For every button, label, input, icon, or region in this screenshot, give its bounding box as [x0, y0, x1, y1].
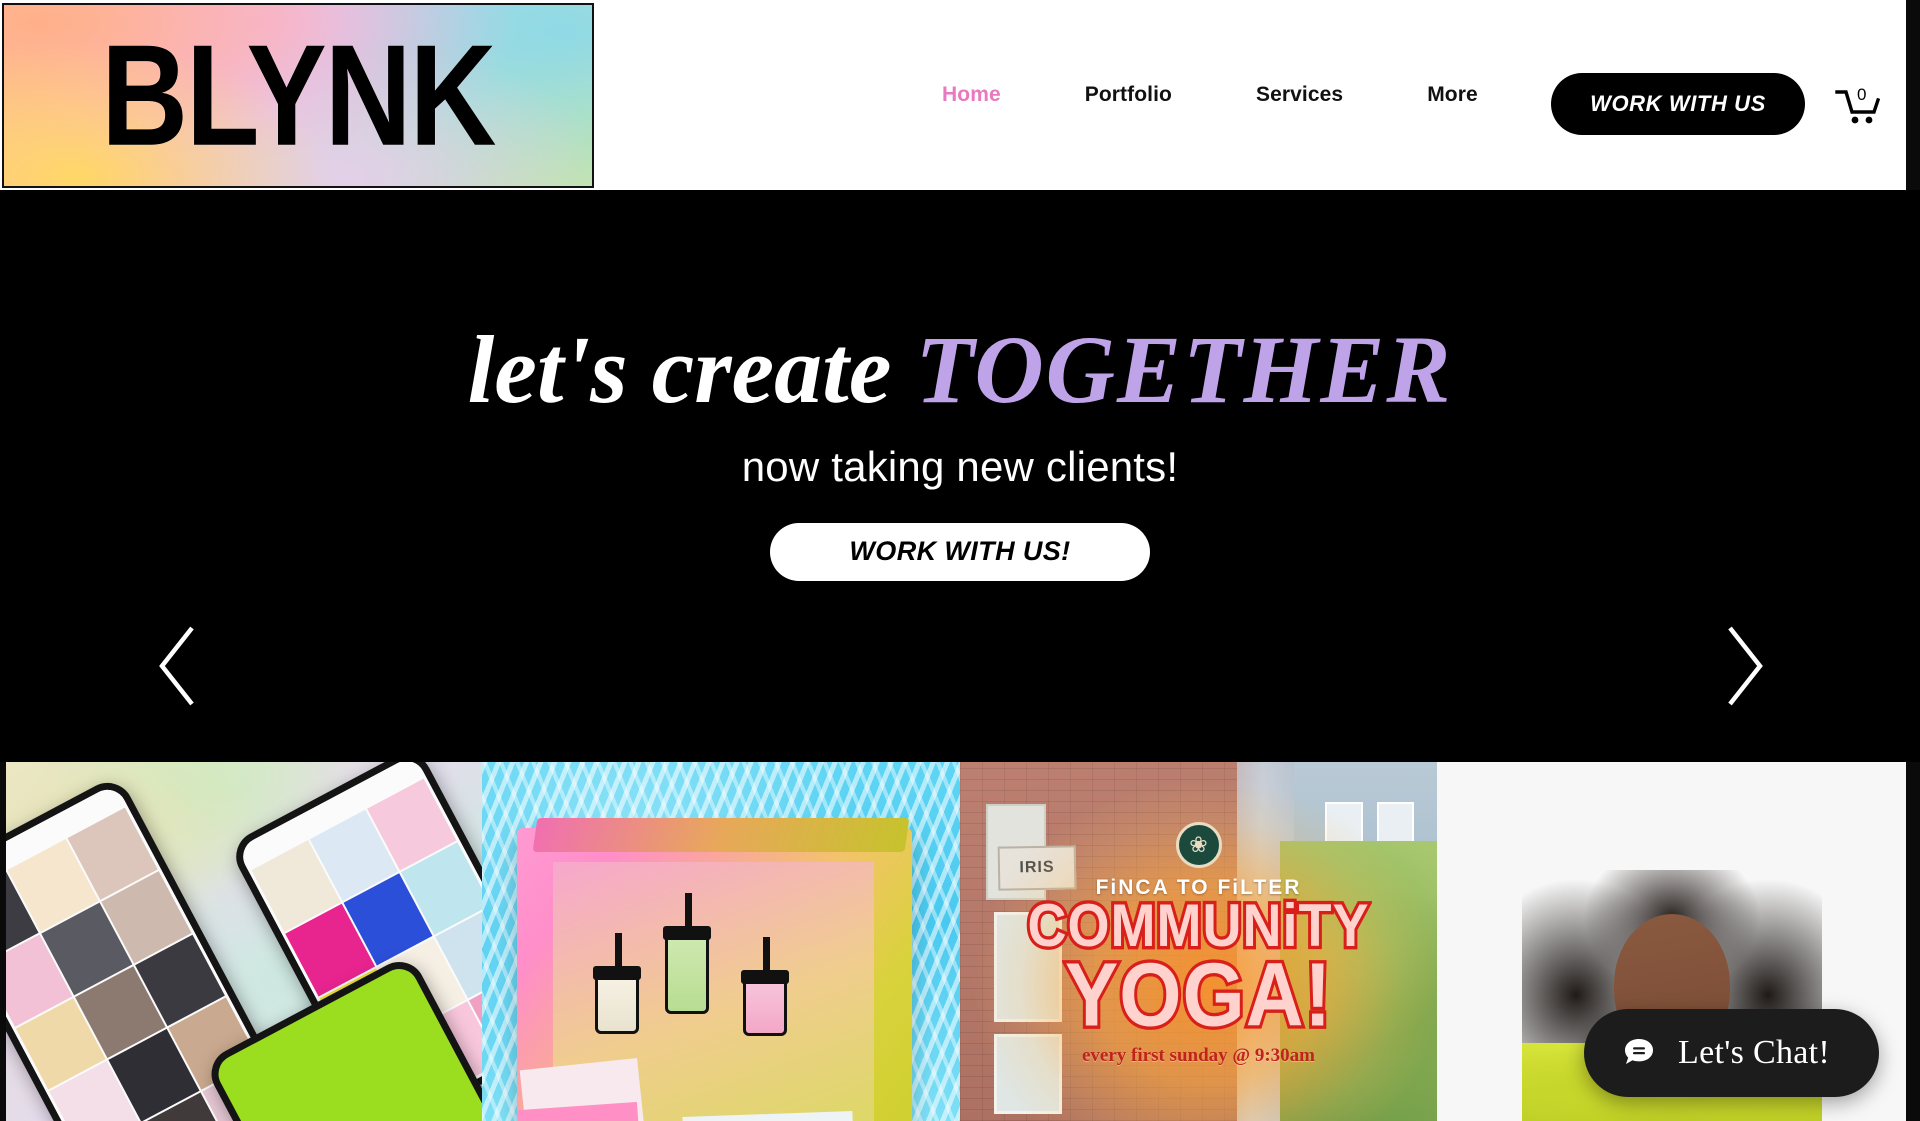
- header-work-with-us-button[interactable]: WORK WITH US: [1551, 73, 1805, 135]
- hero-slider: let's create TOGETHER now taking new cli…: [0, 190, 1920, 762]
- hero-content: let's create TOGETHER now taking new cli…: [0, 190, 1920, 762]
- nav-item-services[interactable]: Services: [1214, 83, 1385, 107]
- box-lid: [532, 818, 910, 852]
- chat-widget-label: Let's Chat!: [1678, 1034, 1831, 1071]
- chevron-left-icon: [159, 626, 194, 706]
- hero-title: let's create TOGETHER: [468, 319, 1453, 421]
- gallery-tile-yoga-poster[interactable]: IRIS ❀ FiNCA TO FiLTER COMMUNiTY YOGA! e…: [960, 762, 1437, 1121]
- cart-button[interactable]: 0: [1832, 82, 1884, 134]
- chat-bubble-icon: [1625, 1039, 1653, 1064]
- gallery-tile-phones[interactable]: Ꝋղ: [0, 762, 482, 1121]
- brand-logo[interactable]: BLYNK: [2, 3, 594, 188]
- chat-widget-button[interactable]: Let's Chat!: [1584, 1009, 1879, 1097]
- lotus-flower-icon: ❀: [1175, 822, 1222, 868]
- brand-logo-text: BLYNK: [101, 14, 496, 177]
- main-navigation: Home Portfolio Services More: [900, 0, 1520, 190]
- website-page: BLYNK Home Portfolio Services More WORK …: [0, 0, 1920, 1121]
- logo-squiggle: Ꝋղ: [301, 1100, 443, 1121]
- nav-item-portfolio[interactable]: Portfolio: [1043, 83, 1214, 107]
- carousel-prev-button[interactable]: [150, 622, 204, 710]
- poster-subline: every first sunday @ 9:30am: [1082, 1045, 1315, 1067]
- hero-title-white: let's create: [467, 316, 916, 423]
- hero-title-accent: TOGETHER: [915, 316, 1453, 423]
- gallery-left-edge: [0, 762, 6, 1121]
- site-header: BLYNK Home Portfolio Services More WORK …: [0, 0, 1920, 190]
- nav-item-home[interactable]: Home: [900, 83, 1043, 107]
- carousel-next-button[interactable]: [1718, 622, 1772, 710]
- header-right-edge: [1906, 0, 1920, 190]
- boba-straw: [685, 893, 692, 933]
- poster-headline-2: YOGA!: [1062, 944, 1334, 1044]
- boba-sticker: [663, 893, 711, 1014]
- yoga-poster-text: ❀ FiNCA TO FiLTER COMMUNiTY YOGA! every …: [960, 822, 1437, 1067]
- boba-straw: [763, 937, 770, 977]
- boba-sticker: [593, 933, 641, 1034]
- boba-sticker: [741, 937, 789, 1036]
- gradient-shipping-box: [517, 818, 912, 1121]
- cart-count-badge: 0: [1857, 85, 1867, 104]
- hero-subtitle: now taking new clients!: [741, 442, 1179, 490]
- box-interior: [517, 862, 874, 1121]
- header-cta-label: WORK WITH US: [1590, 91, 1766, 116]
- gallery-tile-unboxing[interactable]: [482, 762, 960, 1121]
- chevron-right-icon: [1728, 626, 1763, 706]
- gallery-right-edge: [1906, 762, 1920, 1121]
- white-card: [682, 1111, 854, 1121]
- boba-straw: [615, 933, 622, 973]
- nav-item-more[interactable]: More: [1385, 83, 1520, 107]
- hero-work-with-us-button[interactable]: WORK WITH US!: [770, 522, 1150, 581]
